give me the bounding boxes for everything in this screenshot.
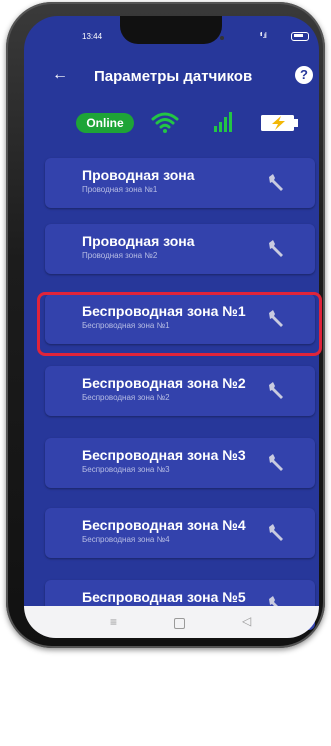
- zone-subtitle: Беспроводная зона №3: [82, 465, 170, 474]
- back-nav-icon[interactable]: ◁: [242, 614, 251, 628]
- zone-title: Беспроводная зона №1: [82, 303, 246, 319]
- battery-icon: [291, 32, 309, 41]
- wrench-icon[interactable]: [266, 309, 286, 329]
- battery-charging-icon: [261, 115, 298, 131]
- online-status-badge: Online: [76, 113, 134, 133]
- help-icon[interactable]: ?: [295, 66, 313, 84]
- zone-title: Беспроводная зона №5: [82, 589, 246, 605]
- zone-list: Проводная зона Проводная зона №1 Проводн…: [6, 142, 325, 746]
- system-nav-bar: ≡ ◁: [24, 606, 319, 638]
- wrench-icon[interactable]: [266, 453, 286, 473]
- wrench-icon[interactable]: [266, 173, 286, 193]
- camera-dot: [220, 36, 224, 40]
- zone-title: Беспроводная зона №2: [82, 375, 246, 391]
- zone-title: Беспроводная зона №4: [82, 517, 246, 533]
- home-nav-icon[interactable]: [174, 618, 185, 629]
- zone-card[interactable]: Беспроводная зона №1 Беспроводная зона №…: [45, 294, 315, 344]
- wrench-icon[interactable]: [266, 239, 286, 259]
- status-time: 13:44: [82, 32, 103, 41]
- zone-subtitle: Проводная зона №2: [82, 251, 158, 260]
- zone-subtitle: Проводная зона №1: [82, 185, 158, 194]
- zone-subtitle: Беспроводная зона №4: [82, 535, 170, 544]
- zone-card[interactable]: Беспроводная зона №4 Беспроводная зона №…: [45, 508, 315, 558]
- zone-subtitle: Беспроводная зона №1: [82, 321, 170, 330]
- menu-nav-icon[interactable]: ≡: [110, 615, 117, 629]
- wifi-icon: [151, 112, 179, 133]
- wrench-icon[interactable]: [266, 381, 286, 401]
- zone-subtitle: Беспроводная зона №2: [82, 393, 170, 402]
- zone-title: Проводная зона: [82, 167, 195, 183]
- cellular-signal-icon: [214, 112, 232, 132]
- signal-status-icon: ᵗᴵˡ .ıl: [260, 31, 267, 40]
- page-title: Параметры датчиков: [94, 68, 253, 85]
- zone-title: Беспроводная зона №3: [82, 447, 246, 463]
- zone-title: Проводная зона: [82, 233, 195, 249]
- back-arrow-icon[interactable]: ←: [52, 66, 68, 84]
- phone-notch: [120, 16, 222, 44]
- zone-card[interactable]: Проводная зона Проводная зона №1: [45, 158, 315, 208]
- zone-card[interactable]: Проводная зона Проводная зона №2: [45, 224, 315, 274]
- wrench-icon[interactable]: [266, 523, 286, 543]
- phone-frame: 13:44 ᵗᴵˡ .ıl ← Параметры датчиков ? Onl…: [6, 2, 325, 648]
- zone-card[interactable]: Беспроводная зона №2 Беспроводная зона №…: [45, 366, 315, 416]
- zone-card[interactable]: Беспроводная зона №3 Беспроводная зона №…: [45, 438, 315, 488]
